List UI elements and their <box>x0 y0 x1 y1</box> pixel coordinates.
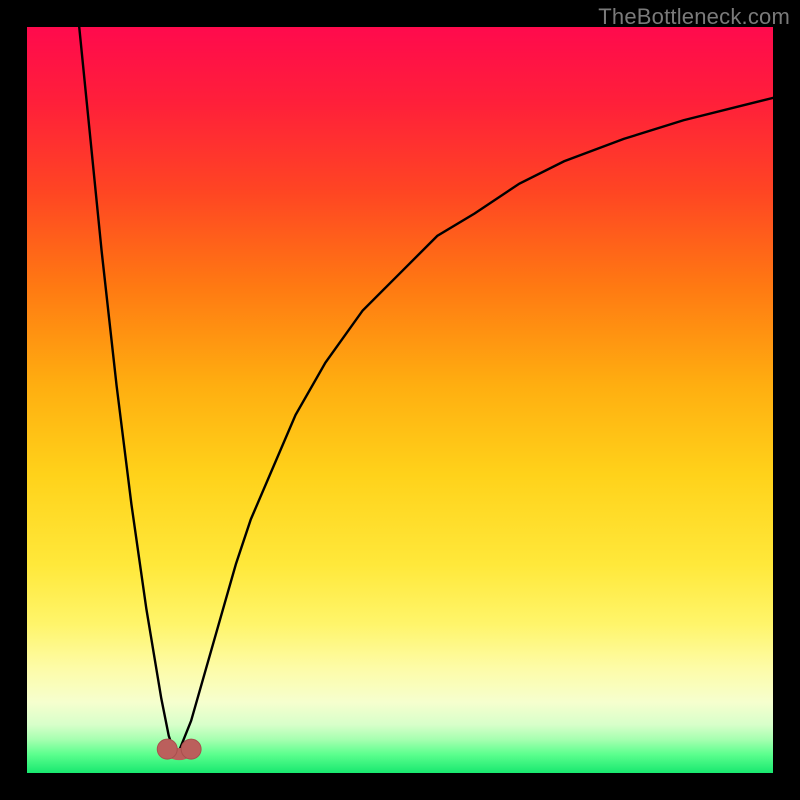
curve-right-branch <box>176 98 773 758</box>
watermark-text: TheBottleneck.com <box>598 4 790 30</box>
plot-area <box>27 27 773 773</box>
outer-frame: TheBottleneck.com <box>0 0 800 800</box>
curve-left-branch <box>79 27 176 758</box>
trough-marker-right <box>181 739 201 759</box>
bottleneck-curve <box>27 27 773 773</box>
trough-marker-left <box>157 739 177 759</box>
